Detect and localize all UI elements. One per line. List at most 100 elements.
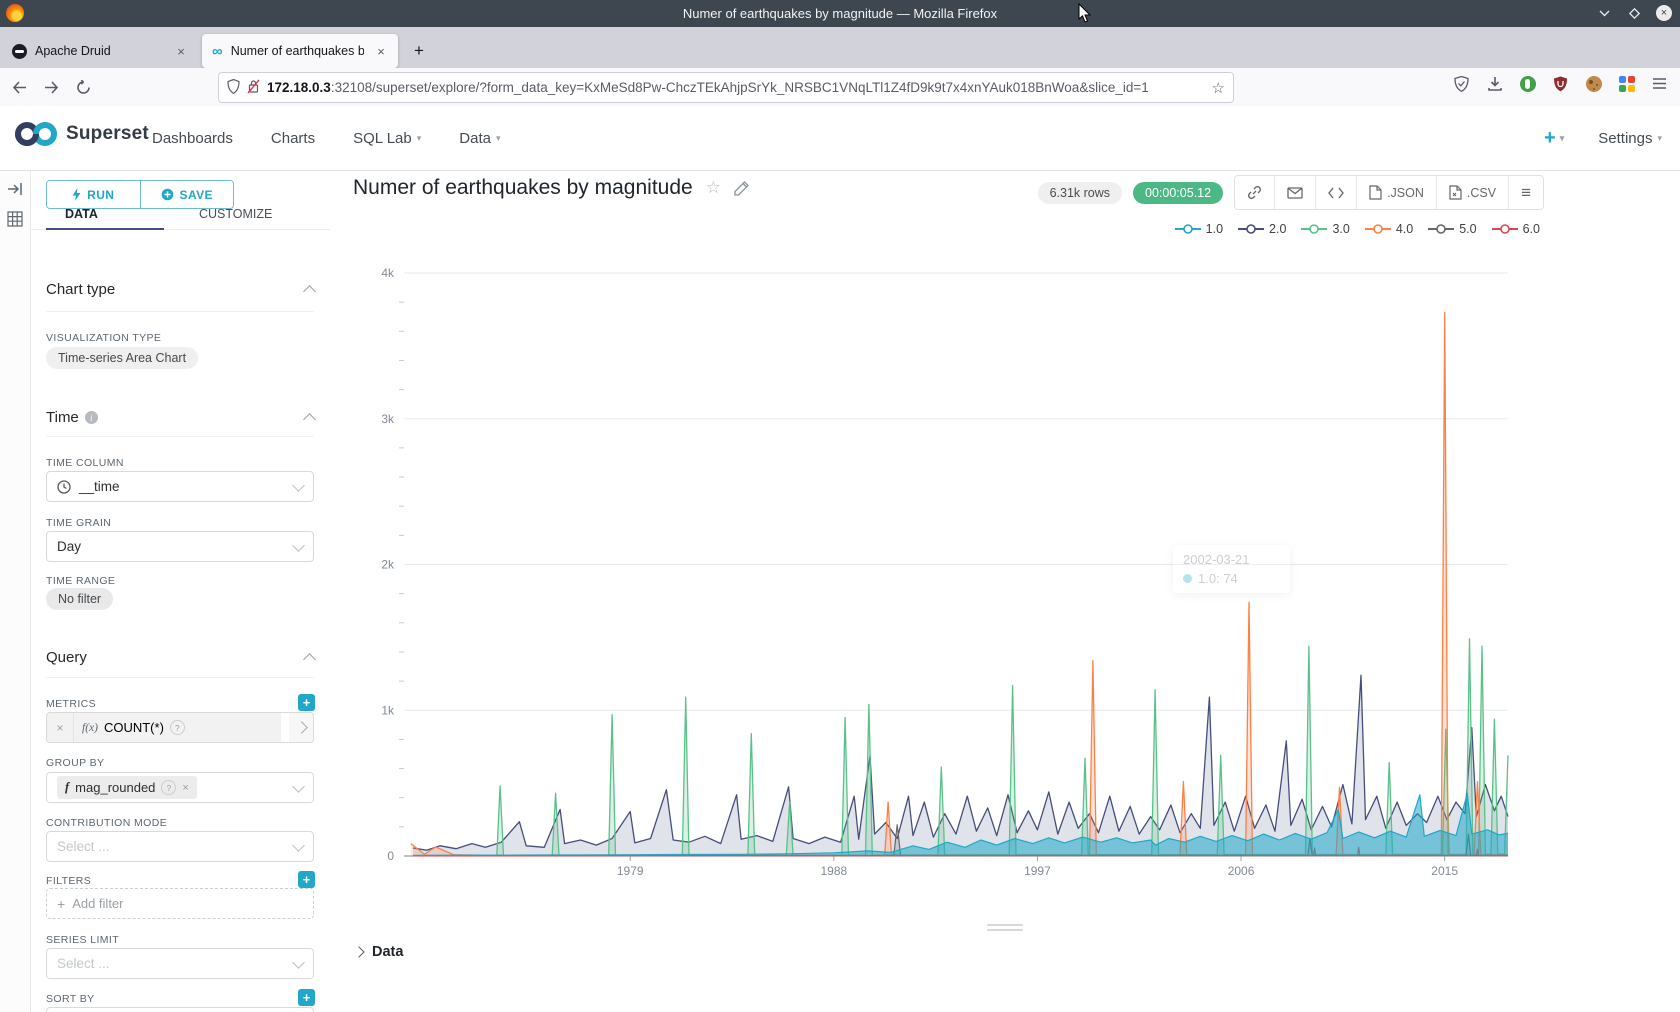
info-icon: i [85,411,98,424]
chevron-up-icon [303,285,316,298]
divider [46,311,314,312]
mouse-cursor [1078,3,1092,29]
svg-text:3k: 3k [381,412,395,426]
tab-label: Numer of earthquakes by [231,44,364,58]
nav-sql-lab[interactable]: SQL Lab▾ [353,130,421,147]
groupby-pill[interactable]: f mag_rounded ? × [57,776,197,799]
new-item-button[interactable]: +▾ [1544,127,1564,150]
new-tab-button[interactable]: + [406,38,432,64]
caret-down-icon: ▾ [1657,133,1662,144]
svg-text:4k: 4k [381,266,395,280]
link-icon [1247,185,1262,200]
email-button[interactable] [1275,176,1316,209]
contribution-select[interactable]: Select ... [46,831,314,862]
lightning-icon [72,188,81,201]
tab-close-icon[interactable]: × [172,42,190,60]
cookie-extension-icon[interactable] [1583,73,1604,94]
svg-text:2015: 2015 [1431,864,1458,878]
chart-tooltip: 2002-03-21 1.0: 74 [1173,545,1290,593]
back-button[interactable] [6,74,32,100]
firefox-logo-icon [6,4,24,22]
series-limit-label: SERIES LIMIT [46,934,119,946]
browser-toolbar: 172.18.0.3 :32108/superset/explore/?form… [0,68,1680,107]
metric-item[interactable]: × f(x) COUNT(*) ? [46,712,314,743]
add-metric-button[interactable]: + [298,694,315,711]
chart-area: Numer of earthquakes by magnitude ☆ 6.31… [330,171,1680,1012]
tab-apache-druid[interactable]: Apache Druid × [2,34,198,68]
groupby-select[interactable]: f mag_rounded ? × [46,772,314,803]
time-column-label: TIME COLUMN [46,457,124,469]
run-button[interactable]: RUN [47,181,141,208]
export-button-group: .JSON .CSV ≡ [1234,175,1544,210]
active-tab-underline [46,228,164,230]
superset-infinity-icon [14,121,58,147]
superset-favicon-icon: ∞ [212,44,223,59]
tracking-protection-shield-icon[interactable] [227,79,240,97]
data-panel-toggle[interactable]: Data [355,944,403,960]
sort-by-label: SORT BY [46,993,95,1005]
pocket-shield-icon[interactable] [1451,73,1472,94]
section-query[interactable]: Query [46,649,314,666]
tab-data[interactable]: DATA [65,207,98,221]
edit-title-icon[interactable] [734,180,750,196]
sort-by-select[interactable] [46,1007,314,1012]
page-title: Numer of earthquakes by magnitude [353,176,693,200]
remove-metric-icon[interactable]: × [47,713,74,742]
downloads-icon[interactable] [1484,73,1505,94]
menu-hamburger-icon[interactable] [1649,73,1670,94]
superset-logo[interactable]: Superset [14,121,149,147]
embed-code-button[interactable] [1316,176,1357,209]
viz-type-pill[interactable]: Time-series Area Chart [46,347,198,369]
resize-grip[interactable] [987,924,1023,934]
tab-earthquakes[interactable]: ∞ Numer of earthquakes by × [202,34,398,68]
save-button[interactable]: SAVE [141,181,234,208]
insecure-lock-icon[interactable] [247,79,260,97]
add-sort-button[interactable]: + [298,989,315,1006]
add-filter-box[interactable]: + Add filter [46,888,314,919]
chevron-down-icon [292,839,305,852]
run-save-group: RUN SAVE [46,180,234,209]
nav-data[interactable]: Data▾ [459,130,500,147]
export-json-button[interactable]: .JSON [1357,176,1437,209]
window-close-icon[interactable]: × [1656,5,1672,21]
svg-text:0: 0 [387,849,394,863]
time-column-select[interactable]: __time [46,471,314,502]
fx-icon: f(x) [82,722,98,734]
remove-groupby-icon[interactable]: × [182,782,188,794]
section-chart-type[interactable]: Chart type [46,281,314,298]
code-icon [1328,187,1344,199]
copy-link-button[interactable] [1235,176,1275,209]
section-time[interactable]: Timei [46,409,314,426]
window-menu-icon[interactable] [1596,5,1612,21]
forward-button[interactable] [38,74,64,100]
export-csv-button[interactable]: .CSV [1437,176,1509,209]
time-range-pill[interactable]: No filter [46,588,113,610]
chart-menu-button[interactable]: ≡ [1509,176,1543,209]
url-bar[interactable]: 172.18.0.3 :32108/superset/explore/?form… [218,72,1234,103]
window-title: Numer of earthquakes by magnitude — Mozi… [0,6,1680,21]
expand-panel-icon[interactable] [7,181,23,197]
nav-dashboards[interactable]: Dashboards [152,130,233,147]
groupby-label: GROUP BY [46,757,104,769]
bookmark-star-icon[interactable]: ☆ [1212,79,1225,97]
ublock-shield-icon[interactable] [1550,73,1571,94]
window-maximize-icon[interactable] [1626,5,1642,21]
metric-expand-arrow[interactable] [289,713,313,742]
settings-menu[interactable]: Settings▾ [1598,130,1662,147]
time-grain-select[interactable]: Day [46,531,314,562]
tooltip-series: 1.0 [1198,571,1216,586]
favorite-star-icon[interactable]: ☆ [706,178,721,198]
datasource-grid-icon[interactable] [7,211,23,227]
nav-charts[interactable]: Charts [271,130,315,147]
tab-close-icon[interactable]: × [372,42,390,60]
reload-button[interactable] [70,74,96,100]
timeseries-area-chart[interactable]: 01k2k3k4k19791988199720062015 [340,210,1570,910]
file-icon [1369,185,1382,200]
pinwheel-extension-icon[interactable] [1616,73,1637,94]
help-icon: ? [170,720,185,735]
extension-green-icon[interactable] [1517,73,1538,94]
plus-circle-icon [161,188,174,201]
series-limit-select[interactable]: Select ... [46,948,314,979]
add-filter-plus-button[interactable]: + [298,871,315,888]
tab-customize[interactable]: CUSTOMIZE [199,207,272,221]
